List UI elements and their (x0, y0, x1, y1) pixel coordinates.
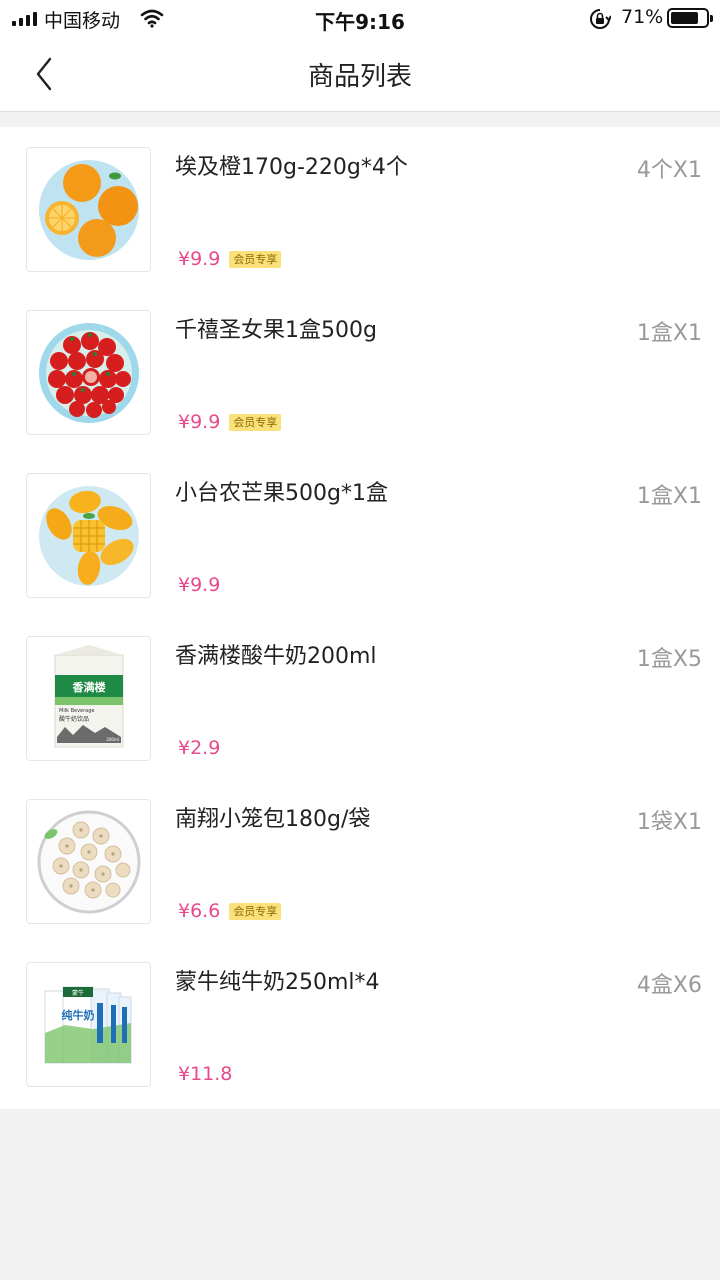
product-image: 蒙牛 纯牛奶 (26, 962, 151, 1087)
member-badge: 会员专享 (229, 250, 282, 268)
carton-volume-text: 200ml (106, 737, 119, 742)
product-price: ¥9.9 (178, 574, 221, 596)
product-name: 千禧圣女果1盒500g (175, 318, 377, 343)
product-item[interactable]: 小台农芒果500g*1盒 1盒X1 ¥9.9 (0, 453, 720, 616)
carton-line1-text: Milk Beverage (59, 708, 95, 714)
product-name: 香满楼酸牛奶200ml (175, 644, 377, 669)
mango-image (39, 486, 139, 586)
product-image: 香满楼 Milk Beverage 酸牛奶饮品 200ml (26, 636, 151, 761)
product-item[interactable]: 香满楼 Milk Beverage 酸牛奶饮品 200ml 香满楼酸牛奶200m… (0, 616, 720, 779)
product-image (26, 799, 151, 924)
product-price: ¥2.9 (178, 737, 221, 759)
product-image (26, 310, 151, 435)
carton-brand-text: 香满楼 (72, 680, 106, 694)
navigation-bar: 商品列表 (0, 36, 720, 112)
product-quantity: 4个X1 (636, 158, 702, 183)
orange-image (39, 160, 139, 260)
battery-icon (667, 8, 713, 28)
price-row: ¥9.9 会员专享 (178, 411, 282, 433)
status-bar: 中国移动 下午9:16 71% (0, 0, 720, 36)
member-badge: 会员专享 (229, 902, 282, 920)
milk-label-text: 纯牛奶 (62, 1008, 95, 1022)
product-image (26, 473, 151, 598)
price-row: ¥2.9 (178, 737, 220, 759)
carton-line2-text: 酸牛奶饮品 (59, 715, 89, 723)
battery-percentage: 71% (621, 6, 664, 28)
price-row: ¥11.8 (178, 1063, 232, 1085)
product-price: ¥6.6 (178, 900, 221, 922)
product-quantity: 1盒X1 (636, 321, 702, 346)
milk-cartons-image: 蒙牛 纯牛奶 (44, 986, 132, 1064)
product-list: 埃及橙170g-220g*4个 4个X1 ¥9.9 会员专享 千禧圣女果1盒50… (0, 127, 720, 1109)
price-row: ¥9.9 会员专享 (178, 248, 282, 270)
dumplings-image (37, 810, 141, 914)
product-name: 小台农芒果500g*1盒 (175, 481, 388, 506)
product-item[interactable]: 南翔小笼包180g/袋 1袋X1 ¥6.6 会员专享 (0, 779, 720, 942)
product-quantity: 1盒X1 (636, 484, 702, 509)
product-price: ¥9.9 (178, 411, 221, 433)
product-quantity: 1袋X1 (636, 810, 702, 835)
product-name: 南翔小笼包180g/袋 (175, 807, 371, 832)
product-name: 蒙牛纯牛奶250ml*4 (175, 970, 380, 995)
product-item[interactable]: 埃及橙170g-220g*4个 4个X1 ¥9.9 会员专享 (0, 127, 720, 290)
product-name: 埃及橙170g-220g*4个 (175, 155, 408, 180)
cherry-tomato-image (39, 323, 139, 423)
product-price: ¥9.9 (178, 248, 221, 270)
price-row: ¥6.6 会员专享 (178, 900, 282, 922)
member-badge: 会员专享 (229, 413, 282, 431)
status-time: 下午9:16 (315, 10, 405, 34)
product-quantity: 4盒X6 (636, 973, 702, 998)
price-row: ¥9.9 (178, 574, 220, 596)
product-item[interactable]: 千禧圣女果1盒500g 1盒X1 ¥9.9 会员专享 (0, 290, 720, 453)
product-item[interactable]: 蒙牛 纯牛奶 蒙牛纯牛奶250ml*4 4盒X6 ¥11.8 (0, 942, 720, 1105)
product-quantity: 1盒X5 (636, 647, 702, 672)
product-image (26, 147, 151, 272)
product-price: ¥11.8 (178, 1063, 233, 1085)
milk-brand-text: 蒙牛 (72, 989, 84, 997)
rotation-lock-icon (590, 9, 611, 29)
yogurt-carton-image: 香满楼 Milk Beverage 酸牛奶饮品 200ml (54, 645, 124, 748)
page-title: 商品列表 (307, 62, 412, 92)
